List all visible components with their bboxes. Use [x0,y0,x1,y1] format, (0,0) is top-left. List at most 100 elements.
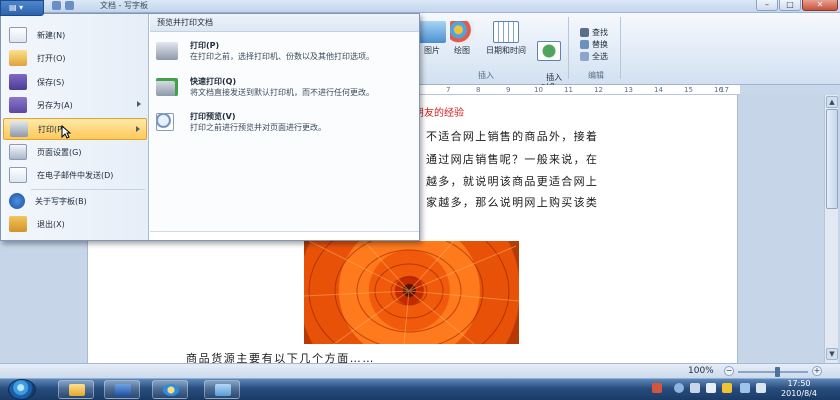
replace-button[interactable]: 替换 [580,39,608,50]
submenu-item-title: 打印预览(V) [190,112,236,121]
clock-time: 17:50 [787,379,811,388]
menu-item-about[interactable]: 关于写字板(B) [3,190,147,212]
save-as-icon [9,97,27,113]
menu-item-exit[interactable]: 退出(X) [3,213,147,235]
submenu-item-print-preview[interactable]: 打印预览(V) 打印之前进行预览并对页面进行更改。 [156,111,416,141]
print-preview-icon [156,113,174,131]
zoom-level: 100% [688,366,714,376]
menu-item-open[interactable]: 打开(O) [3,47,147,69]
ruler-tick: 11 [564,86,573,94]
insert-group-label: 插入 [478,71,494,80]
find-button[interactable]: 查找 [580,27,608,38]
taskbar-paint-button[interactable] [204,380,240,399]
taskbar-clock[interactable]: 17:50 2010/8/4 [770,379,828,399]
window-title: 文档 - 写字板 [100,1,148,10]
tray-help-icon[interactable] [674,383,684,393]
submenu-item-title: 打印(P) [190,41,220,50]
exit-icon [9,216,27,232]
menu-item-print[interactable]: 打印(P) [3,118,147,140]
menu-item-label: 保存(S) [37,77,65,87]
qat-save-icon[interactable] [52,1,61,10]
word-icon [115,384,131,396]
title-bar: 文档 - 写字板 – □ ✕ [0,0,840,13]
ruler-tick: 17 [720,86,729,94]
tray-pen-icon[interactable] [706,383,716,393]
menu-item-save[interactable]: 保存(S) [3,71,147,93]
email-icon [9,167,27,183]
vertical-scrollbar[interactable]: ▲ ▼ [824,95,838,363]
flower-petals [304,241,519,344]
ribbon-datetime-button[interactable]: 日期和时间 [480,21,532,56]
zoom-slider-thumb[interactable] [775,367,780,377]
application-menu-button[interactable]: ▤ ▾ [0,0,44,16]
menu-item-save-as[interactable]: 另存为(A) [3,94,147,116]
menu-item-label: 关于写字板(B) [35,196,87,206]
zoom-out-button[interactable]: − [724,366,734,376]
qat-undo-icon[interactable] [65,1,74,10]
menu-item-page-setup[interactable]: 页面设置(G) [3,141,147,163]
menu-command-list: 新建(N) 打开(O) 保存(S) 另存为(A) 打印(P) 页面设置(G) 在… [1,14,149,240]
picture-icon [215,384,231,396]
binoculars-icon [580,28,589,37]
maximize-button[interactable]: □ [779,0,801,11]
menu-item-email[interactable]: 在电子邮件中发送(D) [3,164,147,186]
taskbar-explorer-button[interactable] [58,380,94,399]
status-bar: 100% − + [0,363,840,378]
window-controls: – □ ✕ [756,0,838,11]
save-icon [9,74,27,90]
edit-item-label: 查找 [592,28,608,37]
edit-item-label: 全选 [592,52,608,61]
tray-volume-icon[interactable] [756,383,766,393]
submenu-item-quick-print[interactable]: 快速打印(Q) 将文档直接发送到默认打印机，而不进行任何更改。 [156,76,416,112]
mouse-cursor-icon [61,125,71,139]
submenu-item-title: 快速打印(Q) [190,77,237,86]
printer-icon [10,121,28,137]
clock-date: 2010/8/4 [781,389,817,398]
ruler-tick: 9 [506,86,511,94]
menu-item-label: 打开(O) [37,53,66,63]
submenu-item-description: 将文档直接发送到默认打印机，而不进行任何更改。 [190,88,374,97]
submenu-item-print[interactable]: 打印(P) 在打印之前，选择打印机、份数以及其他打印选项。 [156,40,416,76]
menu-item-label: 新建(N) [37,30,66,40]
quick-access-toolbar [52,1,74,10]
menu-item-label: 页面设置(G) [37,147,82,157]
open-folder-icon [9,50,27,66]
ribbon-divider [620,17,621,79]
scroll-thumb[interactable] [826,109,838,209]
zoom-in-button[interactable]: + [812,366,822,376]
ruler-tick: 8 [476,86,481,94]
scroll-down-arrow-icon[interactable]: ▼ [826,348,838,360]
submenu-item-description: 在打印之前，选择打印机、份数以及其他打印选项。 [190,52,374,61]
folder-icon [69,384,85,396]
taskbar-word-button[interactable] [104,380,140,399]
ruler-tick: 10 [534,86,543,94]
replace-icon [580,40,589,49]
document-line: 家越多，那么说明网上购买该类 [426,196,599,209]
taskbar-ie-button[interactable] [152,380,188,399]
ruler-tick: 13 [624,86,633,94]
ruler-tick: 7 [446,86,451,94]
quick-print-icon [156,78,178,96]
flower-image[interactable] [304,241,519,344]
menu-item-new[interactable]: 新建(N) [3,24,147,46]
submenu-arrow-icon [136,126,140,132]
tray-flag-icon[interactable] [722,383,732,393]
edit-group-label: 编辑 [588,71,604,80]
tray-keyboard-icon[interactable] [690,383,700,393]
printer-icon [156,42,178,60]
ribbon-item-label: 图片 [424,46,440,55]
close-button[interactable]: ✕ [802,0,838,11]
submenu-item-description: 打印之前进行预览并对页面进行更改。 [190,123,326,132]
scroll-up-arrow-icon[interactable]: ▲ [826,96,838,108]
paint-icon [450,21,474,43]
zoom-slider-track[interactable] [738,371,808,373]
ribbon-item-label: 绘图 [454,46,470,55]
ribbon-paint-button[interactable]: 绘图 [448,21,476,56]
tray-network-icon[interactable] [740,383,750,393]
start-button[interactable] [8,379,36,400]
minimize-button[interactable]: – [756,0,778,11]
ruler-tick: 14 [654,86,663,94]
tray-input-icon[interactable] [652,383,662,393]
menu-item-label: 退出(X) [37,219,65,229]
select-all-button[interactable]: 全选 [580,51,608,62]
